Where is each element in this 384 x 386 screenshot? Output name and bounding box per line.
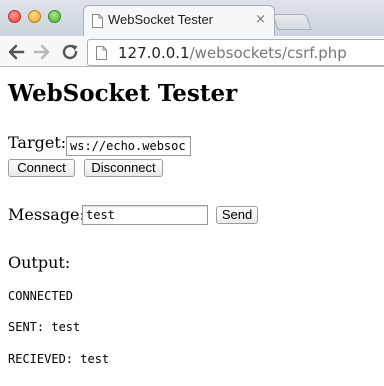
send-button[interactable]: Send: [216, 206, 258, 224]
arrow-left-icon[interactable]: [7, 44, 25, 60]
window-titlebar: WebSocket Tester ×: [0, 0, 384, 36]
arrow-right-icon[interactable]: [33, 44, 51, 60]
new-tab-button[interactable]: [272, 14, 312, 30]
message-label: Message:: [8, 205, 85, 224]
url-path: /websockets/csrf.php: [189, 44, 347, 62]
message-input[interactable]: [82, 205, 208, 225]
output-label: Output:: [8, 253, 71, 272]
close-window-button[interactable]: [8, 10, 21, 23]
disconnect-button[interactable]: Disconnect: [84, 159, 163, 177]
url-text: 127.0.0.1/websockets/csrf.php: [118, 43, 347, 63]
document-icon: [92, 14, 103, 28]
output-line: RECIEVED: test: [8, 352, 110, 366]
minimize-window-button[interactable]: [28, 10, 41, 23]
page-title: WebSocket Tester: [8, 80, 238, 107]
connect-button[interactable]: Connect: [8, 159, 75, 177]
page-icon: [96, 46, 107, 60]
output-line: CONNECTED: [8, 289, 74, 303]
reload-icon[interactable]: [62, 44, 80, 60]
tab-close-icon[interactable]: ×: [255, 12, 266, 28]
output-line: SENT: test: [8, 320, 81, 334]
target-label: Target:: [8, 133, 67, 152]
address-bar[interactable]: 127.0.0.1/websockets/csrf.php: [87, 39, 384, 66]
browser-tab[interactable]: WebSocket Tester ×: [83, 5, 275, 36]
tab-title: WebSocket Tester: [108, 12, 214, 27]
target-input[interactable]: [66, 136, 191, 156]
page-content: WebSocket Tester Target: Connect Disconn…: [0, 67, 384, 386]
url-host: 127.0.0.1: [118, 44, 190, 62]
maximize-window-button[interactable]: [48, 10, 61, 23]
